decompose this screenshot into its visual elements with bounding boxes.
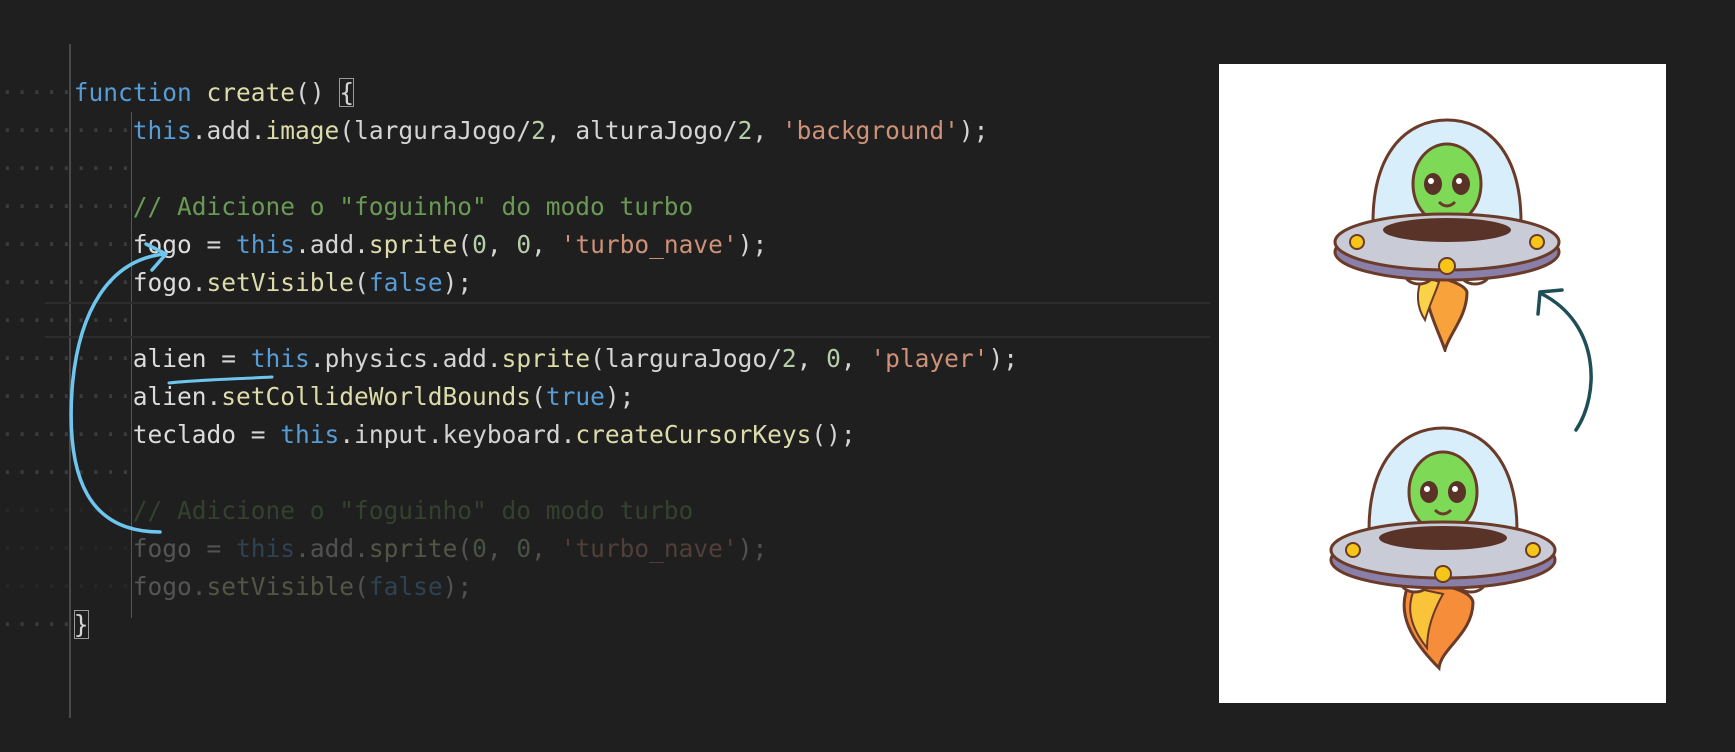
code-token: );: [988, 344, 1018, 373]
turbo-transition-arrow-icon: [1536, 288, 1593, 432]
code-token: // Adicione o "foguinho" do modo turbo: [132, 496, 694, 525]
move-code-arrow-icon: [69, 242, 168, 534]
code-token: .add.: [191, 116, 266, 145]
code-token: 2: [737, 116, 753, 145]
code-token: ,: [840, 344, 871, 373]
code-token: );: [737, 230, 768, 259]
code-token: (: [457, 230, 473, 259]
code-token: ();: [811, 420, 856, 449]
code-line[interactable]: ·········fogo.setVisible(false);: [0, 264, 1215, 302]
code-token: function: [73, 78, 192, 107]
code-token: );: [604, 382, 635, 411]
code-token: // Adicione o "foguinho" do modo turbo: [132, 192, 694, 221]
code-token: =: [236, 420, 281, 449]
code-token: setVisible: [206, 268, 355, 297]
code-token: (larguraJogo/: [339, 116, 532, 145]
code-token: .add.: [295, 534, 369, 563]
code-token: (larguraJogo/: [590, 344, 782, 373]
code-token: .add.: [295, 230, 369, 259]
code-token: =: [191, 230, 237, 259]
whitespace-markers: ·········: [0, 572, 133, 601]
code-token: );: [442, 572, 473, 601]
ufo-alien-large-flame-icon: [1329, 426, 1557, 672]
code-token: (: [354, 572, 369, 601]
code-token: .input.keyboard.: [339, 420, 576, 449]
code-line[interactable]: ·········teclado = this.input.keyboard.c…: [0, 416, 1215, 454]
code-token: create: [206, 78, 296, 107]
whitespace-markers: ·········: [0, 154, 133, 183]
whitespace-markers: ·········: [0, 192, 133, 221]
code-token: 0: [472, 230, 487, 259]
code-token: createCursorKeys: [575, 420, 812, 449]
code-token: sprite: [368, 230, 458, 259]
code-token: 2: [531, 116, 546, 145]
code-token: sprite: [368, 534, 458, 563]
code-line[interactable]: ·········this.add.image(larguraJogo/2, a…: [0, 112, 1215, 150]
whitespace-markers: ·········: [0, 116, 133, 145]
code-token: this: [280, 420, 340, 449]
code-token: 0: [472, 534, 487, 563]
code-token: false: [368, 572, 443, 601]
code-token: (: [531, 382, 546, 411]
code-token: this: [132, 116, 192, 145]
code-token: ,: [796, 344, 827, 373]
code-token: 0: [516, 230, 532, 259]
code-line[interactable]: ·········// Adicione o "foguinho" do mod…: [0, 188, 1215, 226]
code-token: 'turbo_nave': [560, 534, 738, 563]
code-line[interactable]: ·········: [0, 150, 1215, 188]
code-token: 'background': [781, 116, 959, 145]
code-token: ,: [752, 116, 782, 145]
whitespace-markers: ·····: [0, 610, 74, 639]
code-token: false: [368, 268, 443, 297]
code-token: .: [191, 572, 207, 601]
code-token: (): [295, 78, 340, 107]
code-token: (: [457, 534, 473, 563]
code-editor[interactable]: ·····function create() {·········this.ad…: [0, 74, 1215, 644]
code-token: =: [206, 344, 251, 373]
code-line[interactable]: ·····}: [0, 606, 1215, 644]
code-token: 0: [516, 534, 532, 563]
code-token: ,: [486, 534, 517, 563]
code-token: ,: [486, 230, 517, 259]
code-line[interactable]: ·········alien = this.physics.add.sprite…: [0, 340, 1215, 378]
code-line[interactable]: ·····function create() {: [0, 74, 1215, 112]
code-line[interactable]: ·········: [0, 454, 1215, 492]
code-token: image: [265, 116, 340, 145]
code-token: sprite: [501, 344, 591, 373]
code-token: fogo: [132, 572, 192, 601]
code-token: );: [958, 116, 989, 145]
code-token: , alturaJogo/: [545, 116, 738, 145]
code-token: 'player': [870, 344, 989, 373]
code-token: =: [191, 534, 237, 563]
code-token: this: [236, 534, 296, 563]
code-line[interactable]: ·········fogo = this.add.sprite(0, 0, 't…: [0, 226, 1215, 264]
code-token: 2: [781, 344, 797, 373]
code-token: (: [354, 268, 369, 297]
code-token: setVisible: [206, 572, 355, 601]
code-line[interactable]: ·········fogo = this.add.sprite(0, 0, 't…: [0, 530, 1215, 568]
code-line[interactable]: ·········fogo.setVisible(false);: [0, 568, 1215, 606]
code-token: 0: [826, 344, 841, 373]
code-token: ,: [531, 230, 561, 259]
whitespace-markers: ·····: [0, 78, 74, 107]
code-token: 'turbo_nave': [560, 230, 738, 259]
code-line[interactable]: ·········// Adicione o "foguinho" do mod…: [0, 492, 1215, 530]
code-token: }: [73, 610, 89, 639]
code-token: true: [545, 382, 605, 411]
code-token: .physics.add.: [309, 344, 502, 373]
code-token: this: [250, 344, 310, 373]
code-line[interactable]: ·········: [0, 302, 1215, 340]
code-token: {: [339, 78, 355, 107]
code-token: ,: [531, 534, 561, 563]
code-token: this: [236, 230, 296, 259]
code-token: .: [191, 268, 207, 297]
code-token: );: [737, 534, 768, 563]
code-token: );: [442, 268, 473, 297]
alien-underline-annotation: [167, 375, 274, 385]
